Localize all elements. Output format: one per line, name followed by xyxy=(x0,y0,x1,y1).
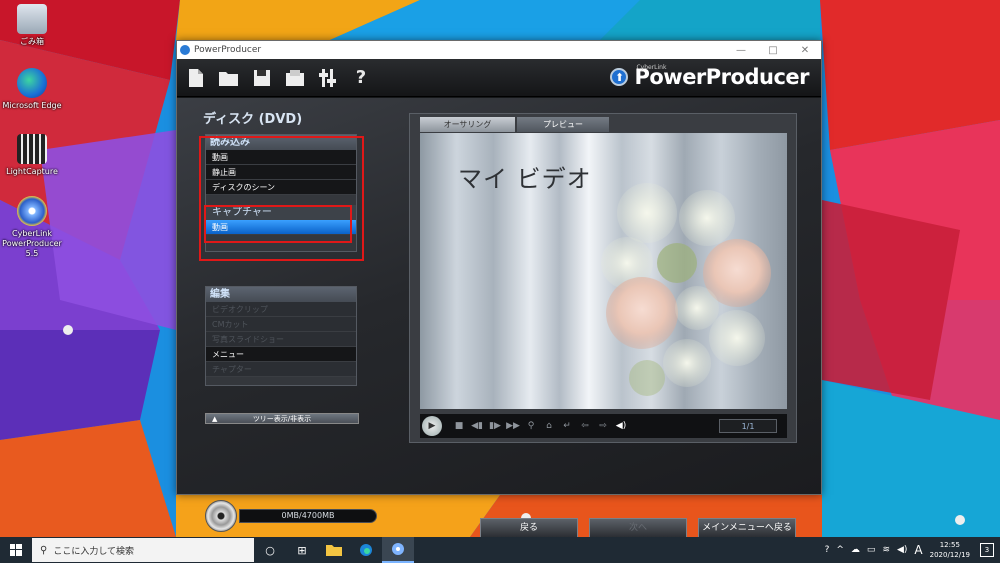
capture-highlight-box xyxy=(204,205,352,243)
disc-title: ディスク (DVD) xyxy=(203,112,303,127)
previous-icon[interactable]: ◀▮ xyxy=(468,421,486,431)
edit-photo-slideshow: 写真スライドショー xyxy=(206,332,356,347)
taskbar: ⚲ ここに入力して検索 ○ ⊞ ? ^ ☁ ▭ ≋ ◀) A 12:55 202… xyxy=(0,537,1000,563)
toolbar: ? ⬆ CyberLink PowerProducer xyxy=(177,59,821,97)
minimize-button[interactable]: — xyxy=(725,45,757,56)
edit-panel-head: 編集 xyxy=(206,287,356,302)
clock[interactable]: 12:55 2020/12/19 xyxy=(930,540,970,560)
disc-app-icon xyxy=(17,196,47,226)
page-counter: 1/1 xyxy=(719,419,777,433)
film-icon xyxy=(17,134,47,164)
arrow-right-icon[interactable]: ⇨ xyxy=(594,421,612,431)
open-folder-icon[interactable] xyxy=(218,67,240,89)
next-button: 次へ xyxy=(589,518,687,538)
new-file-icon[interactable] xyxy=(185,67,207,89)
desktop-icon-powerproducer[interactable]: CyberLink PowerProducer 5.5 xyxy=(0,196,67,259)
preview-frame: オーサリング プレビュー マイ ビデオ ▶ ■ ◀▮ ▮▶ ▶▶ ⚲ ⌂ ↵ ⇦… xyxy=(409,113,797,443)
return-icon[interactable]: ↵ xyxy=(558,421,576,431)
tab-authoring[interactable]: オーサリング xyxy=(420,117,515,132)
search-placeholder: ここに入力して検索 xyxy=(53,546,135,557)
home-icon[interactable]: ⌂ xyxy=(540,421,558,431)
help-icon[interactable]: ? xyxy=(350,67,372,89)
window-title: PowerProducer xyxy=(194,45,262,55)
disc-capacity-meter: 0MB/4700MB xyxy=(205,500,377,532)
desktop-icon-edge[interactable]: Microsoft Edge xyxy=(0,68,67,111)
volume-icon[interactable]: ◀) xyxy=(612,421,630,431)
file-explorer-icon[interactable] xyxy=(318,537,350,563)
desktop-icon-label: Microsoft Edge xyxy=(2,101,62,110)
speaker-icon[interactable]: ◀) xyxy=(897,545,907,555)
edit-panel: 編集 ビデオクリップ CMカット 写真スライドショー メニュー チャプター xyxy=(205,286,357,386)
disc-icon xyxy=(205,500,237,532)
battery-icon[interactable]: ▭ xyxy=(867,545,876,555)
system-tray: ? ^ ☁ ▭ ≋ ◀) A 12:55 2020/12/19 3 xyxy=(825,540,1000,560)
save-icon[interactable] xyxy=(251,67,273,89)
export-icon[interactable] xyxy=(284,67,306,89)
desktop-icon-label: ごみ箱 xyxy=(20,37,44,46)
player-controls: ▶ ■ ◀▮ ▮▶ ▶▶ ⚲ ⌂ ↵ ⇦ ⇨ ◀) 1/1 xyxy=(420,414,787,438)
desktop-icon-lightcapture[interactable]: LightCapture xyxy=(0,134,67,177)
edge-taskbar-icon[interactable] xyxy=(350,537,382,563)
triangle-up-icon: ▲ xyxy=(212,415,218,423)
desktop-icon-label: CyberLink PowerProducer 5.5 xyxy=(2,229,62,258)
clock-date: 2020/12/19 xyxy=(929,551,970,559)
brand-sub: CyberLink xyxy=(636,64,667,71)
desktop-icon-label: LightCapture xyxy=(6,167,58,176)
powerproducer-taskbar-icon[interactable] xyxy=(382,537,414,563)
main-area: ディスク (DVD) 読み込み 動画 静止画 ディスクのシーン キャプチャー 動… xyxy=(177,98,821,538)
cortana-icon[interactable]: ○ xyxy=(254,537,286,563)
ime-indicator[interactable]: A xyxy=(914,543,922,557)
main-menu-button[interactable]: メインメニューへ戻る xyxy=(698,518,796,538)
capacity-bar: 0MB/4700MB xyxy=(239,509,377,523)
help-tray-icon[interactable]: ? xyxy=(825,545,830,555)
cloud-icon[interactable]: ☁ xyxy=(851,545,860,555)
notification-center-icon[interactable]: 3 xyxy=(980,543,994,557)
back-button[interactable]: 戻る xyxy=(480,518,578,538)
tree-toggle-label: ツリー表示/非表示 xyxy=(252,415,312,423)
recycle-bin-icon xyxy=(17,4,47,34)
arrow-left-icon[interactable]: ⇦ xyxy=(576,421,594,431)
edge-icon xyxy=(17,68,47,98)
edit-chapter: チャプター xyxy=(206,362,356,377)
edit-cm-cut: CMカット xyxy=(206,317,356,332)
wifi-icon[interactable]: ≋ xyxy=(882,545,890,555)
fast-forward-icon[interactable]: ▶▶ xyxy=(504,421,522,431)
edit-video-clip: ビデオクリップ xyxy=(206,302,356,317)
settings-icon[interactable] xyxy=(317,67,339,89)
chevron-up-icon[interactable]: ^ xyxy=(836,545,844,555)
upgrade-icon[interactable]: ⬆ xyxy=(610,68,629,86)
title-bar[interactable]: PowerProducer — □ ✕ xyxy=(177,41,821,59)
menu-title-text[interactable]: マイ ビデオ xyxy=(458,159,592,194)
app-icon xyxy=(180,45,190,55)
close-button[interactable]: ✕ xyxy=(789,45,821,56)
task-view-icon[interactable]: ⊞ xyxy=(286,537,318,563)
desktop-icon-recycle-bin[interactable]: ごみ箱 xyxy=(0,4,67,47)
app-window: PowerProducer — □ ✕ ? ⬆ CyberLink PowerP… xyxy=(176,40,822,538)
stop-icon[interactable]: ■ xyxy=(450,421,468,431)
next-icon[interactable]: ▮▶ xyxy=(486,421,504,431)
flower-bouquet-image xyxy=(601,183,771,396)
tree-toggle-button[interactable]: ▲ ツリー表示/非表示 xyxy=(205,413,359,424)
play-icon[interactable]: ▶ xyxy=(422,416,442,436)
edit-menu[interactable]: メニュー xyxy=(206,347,356,362)
walk-icon[interactable]: ⚲ xyxy=(522,421,540,431)
maximize-button[interactable]: □ xyxy=(757,45,789,56)
tab-preview[interactable]: プレビュー xyxy=(517,117,609,132)
windows-start-icon[interactable] xyxy=(0,537,32,563)
search-icon: ⚲ xyxy=(40,544,48,556)
taskbar-search-box[interactable]: ⚲ ここに入力して検索 xyxy=(32,538,254,562)
menu-canvas[interactable]: マイ ビデオ xyxy=(420,133,787,409)
brand-logo: ⬆ CyberLink PowerProducer xyxy=(610,64,809,89)
clock-time: 12:55 xyxy=(939,541,960,549)
